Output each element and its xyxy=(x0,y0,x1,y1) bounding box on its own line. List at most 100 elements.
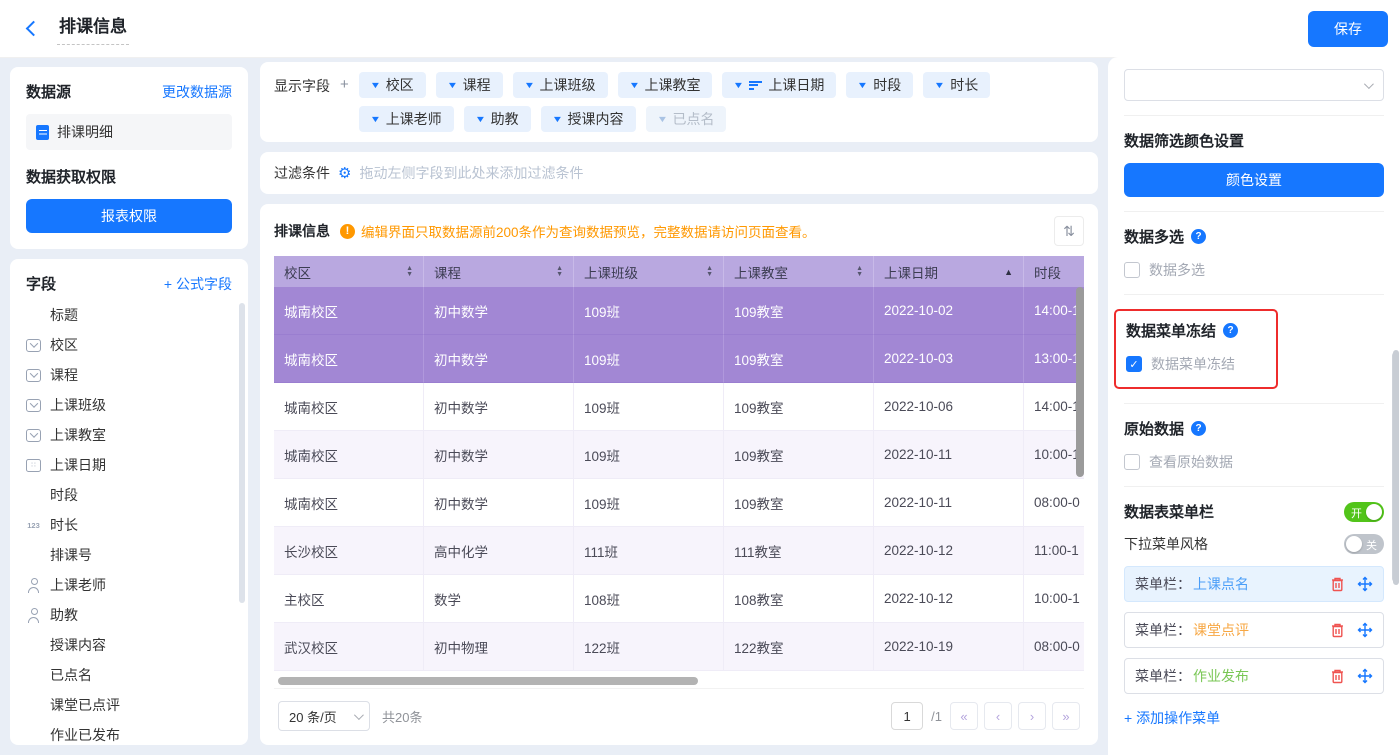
table-header-cell[interactable]: 上课班级 ▲▼ xyxy=(574,256,724,287)
menu-freeze-checkbox[interactable]: ✓ xyxy=(1126,356,1142,372)
field-list-item[interactable]: 时段 xyxy=(26,480,236,510)
table-row[interactable]: 城南校区初中数学109班109教室2022-10-1108:00-0 xyxy=(274,479,1084,527)
gear-icon[interactable]: ⚙ xyxy=(338,164,351,182)
display-field-chip[interactable]: ▼ 上课教室 xyxy=(618,72,713,98)
table-cell[interactable]: 2022-10-02 xyxy=(874,287,1024,335)
table-cell[interactable]: 2022-10-19 xyxy=(874,623,1024,671)
table-cell[interactable]: 2022-10-12 xyxy=(874,575,1024,623)
sort-ascending-icon[interactable]: ▲ xyxy=(1004,267,1013,277)
datasource-item[interactable]: 排课明细 xyxy=(26,114,232,150)
table-vertical-scrollbar[interactable] xyxy=(1076,287,1084,477)
change-datasource-link[interactable]: 更改数据源 xyxy=(162,82,232,102)
table-cell[interactable]: 111班 xyxy=(574,527,724,575)
dropdown-style-toggle[interactable]: 关 xyxy=(1344,534,1384,554)
table-cell[interactable]: 10:00-1 xyxy=(1024,431,1084,479)
menubar-item[interactable]: 菜单栏： 上课点名 xyxy=(1124,566,1384,602)
display-field-chip[interactable]: ▼ 课程 xyxy=(436,72,503,98)
table-cell[interactable]: 109班 xyxy=(574,383,724,431)
display-field-chip[interactable]: ▼ 上课老师 xyxy=(359,106,454,132)
last-page-button[interactable]: » xyxy=(1052,702,1080,730)
table-menubar-toggle[interactable]: 开 xyxy=(1344,502,1384,522)
report-permission-button[interactable]: 报表权限 xyxy=(26,199,232,233)
table-cell[interactable]: 14:00-1 xyxy=(1024,383,1084,431)
trash-icon[interactable] xyxy=(1330,668,1345,684)
table-row[interactable]: 城南校区初中数学109班109教室2022-10-1110:00-1 xyxy=(274,431,1084,479)
table-cell[interactable]: 城南校区 xyxy=(274,287,424,335)
field-list-item[interactable]: 上课日期 xyxy=(26,450,236,480)
add-formula-field-link[interactable]: + 公式字段 xyxy=(164,274,232,294)
field-list-item[interactable]: 助教 xyxy=(26,600,236,630)
field-list-item[interactable]: 上课教室 xyxy=(26,420,236,450)
field-list-item[interactable]: 校区 xyxy=(26,330,236,360)
sort-both-icon[interactable]: ▲▼ xyxy=(856,266,863,277)
table-cell[interactable]: 108班 xyxy=(574,575,724,623)
table-cell[interactable]: 109教室 xyxy=(724,479,874,527)
field-list-item[interactable]: 作业已发布 xyxy=(26,720,236,745)
trash-icon[interactable] xyxy=(1330,576,1345,592)
table-cell[interactable]: 08:00-0 xyxy=(1024,623,1084,671)
sort-both-icon[interactable]: ▲▼ xyxy=(406,266,413,277)
table-cell[interactable]: 10:00-1 xyxy=(1024,575,1084,623)
table-cell[interactable]: 109班 xyxy=(574,335,724,383)
field-list-item[interactable]: 课程 xyxy=(26,360,236,390)
table-cell[interactable]: 初中数学 xyxy=(424,383,574,431)
display-field-chip[interactable]: ▼ 授课内容 xyxy=(541,106,636,132)
first-page-button[interactable]: « xyxy=(950,702,978,730)
table-cell[interactable]: 城南校区 xyxy=(274,383,424,431)
window-scrollbar[interactable] xyxy=(1393,350,1399,585)
table-header-cell[interactable]: 时段 xyxy=(1024,256,1084,287)
display-field-chip[interactable]: ▼ 上课日期 xyxy=(722,72,836,98)
table-header-cell[interactable]: 校区 ▲▼ xyxy=(274,256,424,287)
display-field-chip[interactable]: ▼ 时长 xyxy=(923,72,990,98)
page-number-input[interactable]: 1 xyxy=(891,702,923,730)
table-cell[interactable]: 111教室 xyxy=(724,527,874,575)
sort-both-icon[interactable]: ▲▼ xyxy=(706,266,713,277)
table-cell[interactable]: 初中数学 xyxy=(424,431,574,479)
table-cell[interactable]: 初中数学 xyxy=(424,335,574,383)
table-cell[interactable]: 11:00-1 xyxy=(1024,527,1084,575)
move-icon[interactable] xyxy=(1357,668,1373,684)
table-cell[interactable]: 122教室 xyxy=(724,623,874,671)
table-cell[interactable]: 109教室 xyxy=(724,335,874,383)
table-cell[interactable]: 城南校区 xyxy=(274,335,424,383)
save-button[interactable]: 保存 xyxy=(1308,11,1388,47)
table-row[interactable]: 城南校区初中数学109班109教室2022-10-0313:00-1 xyxy=(274,335,1084,383)
help-icon[interactable]: ? xyxy=(1191,421,1206,436)
page-size-select[interactable]: 20 条/页 xyxy=(278,701,370,731)
multi-select-checkbox[interactable] xyxy=(1124,262,1140,278)
table-cell[interactable]: 13:00-1 xyxy=(1024,335,1084,383)
add-display-field-icon[interactable]: + xyxy=(340,72,349,93)
table-cell[interactable]: 初中数学 xyxy=(424,287,574,335)
menu-freeze-checkbox-row[interactable]: ✓ 数据菜单冻结 xyxy=(1126,354,1262,374)
prev-page-button[interactable]: ‹ xyxy=(984,702,1012,730)
field-list-item[interactable]: 已点名 xyxy=(26,660,236,690)
display-field-chip[interactable]: ▼ 校区 xyxy=(359,72,426,98)
help-icon[interactable]: ? xyxy=(1191,229,1206,244)
table-header-cell[interactable]: 上课教室 ▲▼ xyxy=(724,256,874,287)
color-setting-button[interactable]: 颜色设置 xyxy=(1124,163,1384,197)
field-list-item[interactable]: 授课内容 xyxy=(26,630,236,660)
fields-scrollbar[interactable] xyxy=(239,303,245,603)
table-cell[interactable]: 109班 xyxy=(574,431,724,479)
table-cell[interactable]: 初中数学 xyxy=(424,479,574,527)
field-list-item[interactable]: 标题 xyxy=(26,300,236,330)
field-list-item[interactable]: 123 时长 xyxy=(26,510,236,540)
table-cell[interactable]: 武汉校区 xyxy=(274,623,424,671)
display-field-chip[interactable]: ▼ 已点名 xyxy=(646,106,727,132)
field-list-item[interactable]: 上课班级 xyxy=(26,390,236,420)
table-cell[interactable]: 高中化学 xyxy=(424,527,574,575)
display-field-chip[interactable]: ▼ 上课班级 xyxy=(513,72,608,98)
table-cell[interactable]: 2022-10-11 xyxy=(874,479,1024,527)
table-cell[interactable]: 2022-10-11 xyxy=(874,431,1024,479)
table-cell[interactable]: 122班 xyxy=(574,623,724,671)
display-field-chip[interactable]: ▼ 助教 xyxy=(464,106,531,132)
table-cell[interactable]: 城南校区 xyxy=(274,479,424,527)
table-cell[interactable]: 2022-10-06 xyxy=(874,383,1024,431)
next-page-button[interactable]: › xyxy=(1018,702,1046,730)
table-cell[interactable]: 109班 xyxy=(574,479,724,527)
table-row[interactable]: 长沙校区高中化学111班111教室2022-10-1211:00-1 xyxy=(274,527,1084,575)
table-row[interactable]: 城南校区初中数学109班109教室2022-10-0614:00-1 xyxy=(274,383,1084,431)
table-header-cell[interactable]: 上课日期 ▲ xyxy=(874,256,1024,287)
field-list-item[interactable]: 排课号 xyxy=(26,540,236,570)
raw-data-checkbox-row[interactable]: 查看原始数据 xyxy=(1124,452,1384,472)
